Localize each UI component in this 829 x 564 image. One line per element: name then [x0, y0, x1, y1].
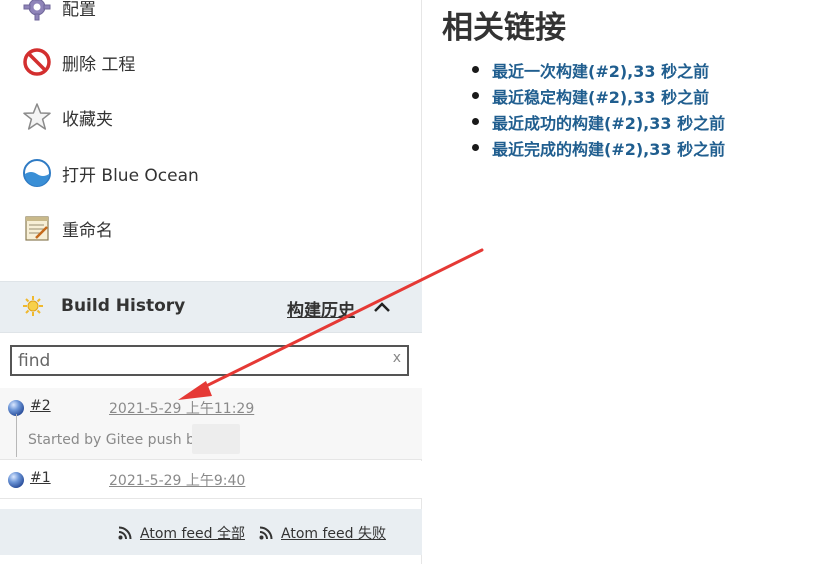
build-number-link[interactable]: #1	[30, 470, 51, 486]
timeline-line	[16, 414, 17, 457]
list-item: 最近稳定构建(#2),33 秒之前	[472, 84, 725, 110]
task-label: 收藏夹	[62, 109, 113, 130]
clear-search-button[interactable]: x	[393, 350, 401, 366]
task-label: 重命名	[62, 220, 113, 241]
blue-ocean-icon	[22, 158, 52, 188]
atom-feed-failures-link[interactable]: Atom feed 失败	[259, 523, 386, 543]
build-description: Started by Gitee push by	[28, 432, 204, 448]
build-trend-link[interactable]: 构建历史	[287, 296, 355, 321]
atom-feed-all-link[interactable]: Atom feed 全部	[118, 523, 245, 543]
task-favorite[interactable]: 收藏夹	[22, 100, 113, 134]
build-search-box: x	[10, 345, 409, 376]
feed-label: Atom feed 全部	[140, 526, 245, 542]
related-links-list: 最近一次构建(#2),33 秒之前 最近稳定构建(#2),33 秒之前 最近成功…	[472, 58, 725, 162]
task-delete-project[interactable]: 删除 工程	[22, 45, 135, 79]
task-label: 删除 工程	[62, 54, 136, 75]
task-label: 配置	[62, 0, 96, 20]
no-entry-icon	[22, 47, 52, 77]
build-row[interactable]: #1 2021-5-29 上午9:40	[0, 461, 422, 499]
feed-label: Atom feed 失败	[281, 526, 386, 542]
last-successful-build-link[interactable]: 最近成功的构建(#2),33 秒之前	[492, 114, 725, 133]
task-open-blue-ocean[interactable]: 打开 Blue Ocean	[22, 156, 199, 190]
list-item: 最近一次构建(#2),33 秒之前	[472, 58, 725, 84]
gear-icon	[22, 0, 52, 22]
notepad-icon	[22, 213, 52, 243]
task-configure[interactable]: 配置	[22, 0, 96, 24]
build-number-link[interactable]: #2	[30, 398, 51, 414]
page-title: 相关链接	[442, 10, 566, 46]
blurred-username	[192, 424, 240, 454]
sun-icon	[22, 295, 44, 321]
side-panel: 配置 删除 工程 收藏夹 打开 Blue Ocean 重命名 Build His…	[0, 0, 422, 564]
last-completed-build-link[interactable]: 最近完成的构建(#2),33 秒之前	[492, 140, 725, 159]
build-status-ball-icon	[8, 472, 24, 488]
list-item: 最近完成的构建(#2),33 秒之前	[472, 136, 725, 162]
task-label: 打开 Blue Ocean	[62, 165, 199, 186]
list-item: 最近成功的构建(#2),33 秒之前	[472, 110, 725, 136]
build-date-link[interactable]: 2021-5-29 上午11:29	[109, 398, 254, 418]
chevron-up-icon[interactable]	[372, 297, 392, 317]
rss-icon	[118, 526, 132, 540]
build-row[interactable]: #2 2021-5-29 上午11:29 Started by Gitee pu…	[0, 388, 422, 460]
last-stable-build-link[interactable]: 最近稳定构建(#2),33 秒之前	[492, 88, 709, 107]
star-icon	[22, 102, 52, 132]
build-date-link[interactable]: 2021-5-29 上午9:40	[109, 470, 245, 490]
last-build-link[interactable]: 最近一次构建(#2),33 秒之前	[492, 62, 709, 81]
rss-icon	[259, 526, 273, 540]
build-history-header: Build History 构建历史	[0, 281, 422, 333]
task-rename[interactable]: 重命名	[22, 211, 113, 245]
build-search-area: x	[0, 333, 422, 388]
build-search-input[interactable]	[18, 349, 378, 373]
build-history-footer: Atom feed 全部 Atom feed 失败	[0, 509, 422, 555]
build-history-title: Build History	[61, 296, 186, 316]
